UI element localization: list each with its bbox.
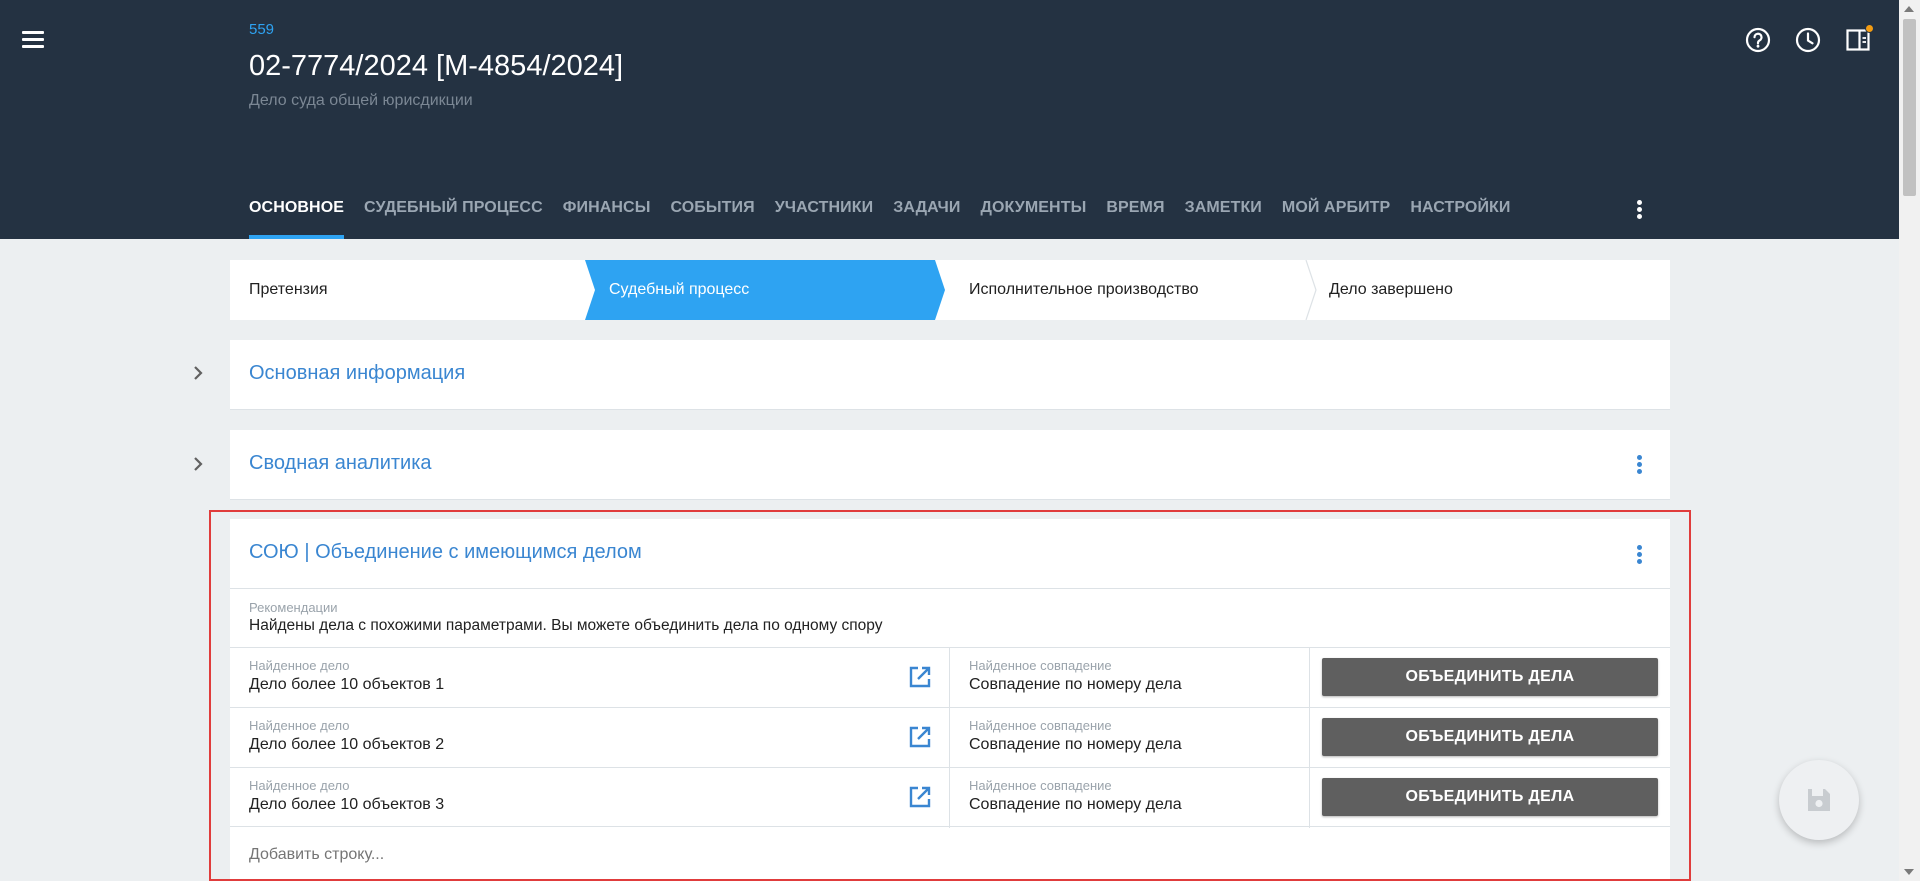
tabs-more-icon[interactable] [1627, 198, 1651, 222]
tab-settings[interactable]: НАСТРОЙКИ [1410, 195, 1510, 239]
expand-main-info-chevron-icon[interactable] [190, 365, 206, 381]
case-stage-stepper: Претензия Судебный процесс Исполнительно… [230, 260, 1670, 320]
tab-notes[interactable]: ЗАМЕТКИ [1185, 195, 1262, 239]
main-tabs: ОСНОВНОЕ СУДЕБНЫЙ ПРОЦЕСС ФИНАНСЫ СОБЫТИ… [249, 195, 1531, 239]
stage-completed[interactable]: Дело завершено [1329, 260, 1659, 320]
stage-claim-label: Претензия [249, 281, 328, 298]
scroll-thumb[interactable] [1903, 19, 1916, 196]
stage-enforcement-label: Исполнительное производство [969, 281, 1199, 298]
tab-main[interactable]: ОСНОВНОЕ [249, 195, 345, 239]
section-main-info[interactable]: Основная информация [230, 340, 1670, 410]
scroll-down-arrow-icon[interactable] [1904, 869, 1914, 875]
help-icon[interactable] [1744, 26, 1772, 54]
tab-time[interactable]: ВРЕМЯ [1106, 195, 1164, 239]
history-clock-icon[interactable] [1794, 26, 1822, 54]
page-subtitle: Дело суда общей юрисдикции [249, 92, 473, 109]
tab-events[interactable]: СОБЫТИЯ [670, 195, 754, 239]
stage-court-process-label: Судебный процесс [609, 281, 750, 298]
highlight-frame [209, 510, 1691, 881]
stage-completed-label: Дело завершено [1329, 281, 1453, 298]
tab-documents[interactable]: ДОКУМЕНТЫ [981, 195, 1087, 239]
stage-separator-chevron [1305, 260, 1317, 320]
save-fab-button[interactable] [1779, 760, 1859, 840]
tab-tasks[interactable]: ЗАДАЧИ [893, 195, 960, 239]
page-scrollbar[interactable] [1899, 0, 1920, 881]
section-main-info-title[interactable]: Основная информация [249, 362, 465, 385]
tab-participants[interactable]: УЧАСТНИКИ [775, 195, 874, 239]
stage-court-process[interactable]: Судебный процесс [609, 260, 929, 320]
page-title: 02-7774/2024 [М-4854/2024] [249, 50, 624, 82]
tab-court-process[interactable]: СУДЕБНЫЙ ПРОЦЕСС [364, 195, 543, 239]
stage-claim[interactable]: Претензия [249, 260, 579, 320]
expand-analytics-chevron-icon[interactable] [190, 456, 206, 472]
save-icon [1808, 789, 1830, 811]
case-id[interactable]: 559 [249, 21, 274, 38]
stage-enforcement[interactable]: Исполнительное производство [969, 260, 1299, 320]
section-analytics[interactable]: Сводная аналитика [230, 430, 1670, 500]
tab-finance[interactable]: ФИНАНСЫ [563, 195, 651, 239]
hamburger-menu-icon[interactable] [20, 28, 46, 52]
tab-my-arbitr[interactable]: МОЙ АРБИТР [1282, 195, 1390, 239]
scroll-up-arrow-icon[interactable] [1904, 6, 1914, 12]
section-analytics-title[interactable]: Сводная аналитика [249, 452, 432, 475]
analytics-more-icon[interactable] [1627, 453, 1651, 477]
notification-dot [1865, 24, 1874, 33]
app-header: 559 02-7774/2024 [М-4854/2024] Дело суда… [0, 0, 1899, 239]
panel-toggle-icon[interactable] [1844, 24, 1874, 54]
